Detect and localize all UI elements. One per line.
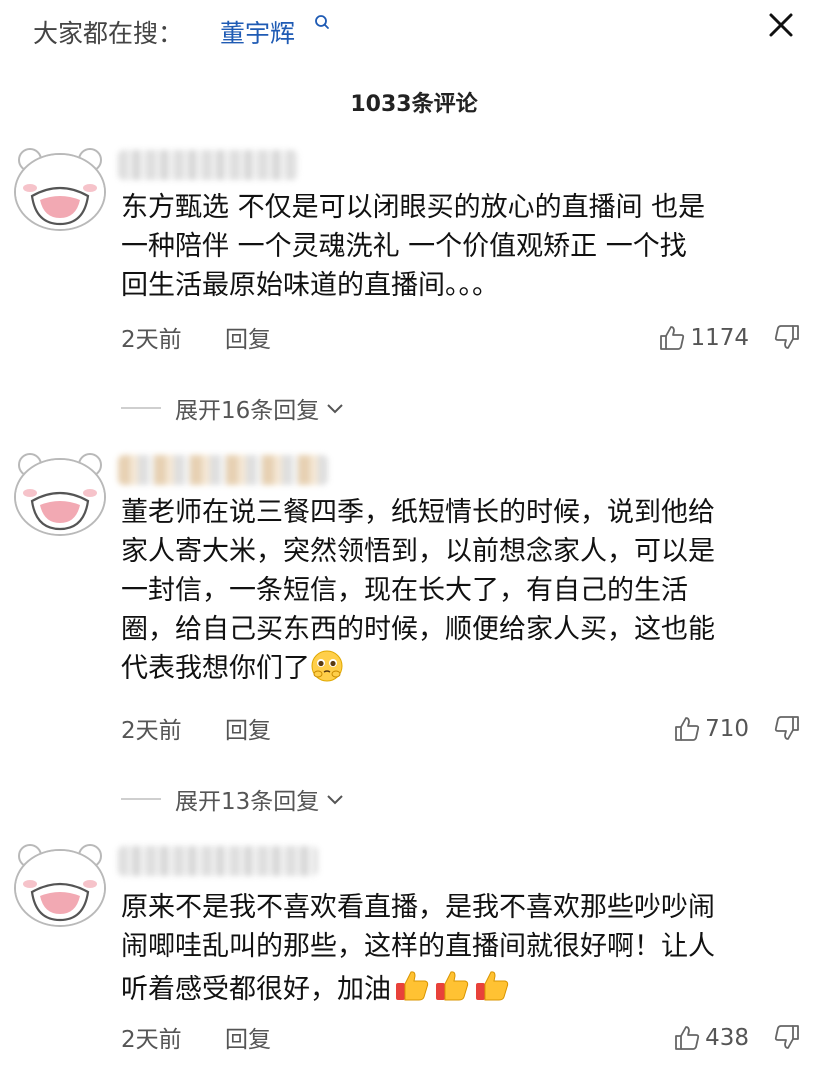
comment-item: 东方甄选 不仅是可以闭眼买的放心的直播间 也是 一种陪伴 一个灵魂洗礼 一个价值… (0, 140, 828, 440)
username-blurred[interactable] (118, 150, 298, 180)
thumbs-up-icon (660, 326, 685, 350)
comment-text-line: 家人寄大米，突然领悟到，以前想念家人，可以是 (121, 536, 715, 567)
search-prefix-label: 大家都在搜： (33, 19, 184, 48)
search-suggestion-link[interactable]: 董宇辉 (220, 14, 295, 50)
comment-item: 原来不是我不喜欢看直播，是我不喜欢那些吵吵闹 闹唧哇乱叫的那些，这样的直播间就很… (0, 836, 828, 1076)
like-count: 1174 (690, 325, 749, 351)
like-button[interactable]: 438 (673, 1020, 749, 1056)
comment-text-line: 一种陪伴 一个灵魂洗礼 一个价值观矫正 一个找 (121, 231, 687, 262)
comment-time: 2天前 (121, 1027, 182, 1053)
comment-time: 2天前 (121, 327, 182, 353)
comment-meta: 2天前 回复 438 (121, 1020, 801, 1056)
like-count: 710 (705, 716, 749, 742)
reply-button[interactable]: 回复 (225, 711, 271, 745)
comment-text-fragment: 听着感受都很好，加油 (121, 974, 391, 1005)
comment-text-line: 听着感受都很好，加油 (121, 966, 801, 1009)
comment-text-line: 东方甄选 不仅是可以闭眼买的放心的直播间 也是 (121, 192, 706, 223)
comment-text-line: 代表我想你们了 (121, 649, 801, 688)
chevron-down-icon (327, 404, 343, 414)
comment-meta: 2天前 回复 1174 (121, 320, 801, 356)
comment-text-line: 董老师在说三餐四季，纸短情长的时候，说到他给 (121, 497, 715, 528)
expand-replies-label: 展开16条回复 (175, 398, 320, 424)
comment-text-line: 回生活最原始味道的直播间。。。 (121, 270, 499, 301)
thumbs-down-icon[interactable] (773, 714, 801, 742)
avatar[interactable] (10, 836, 110, 930)
expand-replies-button[interactable]: 展开16条回复 (121, 390, 345, 426)
search-icon[interactable] (313, 14, 331, 36)
thumbs-down-icon[interactable] (773, 323, 801, 351)
avatar[interactable] (10, 445, 110, 539)
avatar[interactable] (10, 140, 110, 234)
close-icon[interactable] (764, 8, 798, 42)
pleading-face-emoji-icon (311, 650, 343, 682)
like-count: 438 (705, 1025, 749, 1051)
expand-replies-button[interactable]: 展开13条回复 (121, 781, 345, 817)
comment-text: 董老师在说三餐四季，纸短情长的时候，说到他给 家人寄大米，突然领悟到，以前想念家… (121, 493, 801, 688)
divider (121, 798, 161, 800)
comment-item: 董老师在说三餐四季，纸短情长的时候，说到他给 家人寄大米，突然领悟到，以前想念家… (0, 445, 828, 825)
reply-button[interactable]: 回复 (225, 1020, 271, 1054)
comment-text-fragment: 代表我想你们了 (121, 653, 310, 684)
reply-button[interactable]: 回复 (225, 320, 271, 354)
username-blurred[interactable] (118, 846, 318, 876)
comment-time: 2天前 (121, 718, 182, 744)
like-button[interactable]: 710 (673, 711, 749, 747)
thumbs-up-icon (675, 717, 700, 741)
thumbs-up-icon (675, 1026, 700, 1050)
thumbs-up-emoji-icon (476, 971, 509, 1001)
like-button[interactable]: 1174 (658, 320, 749, 356)
comment-text-line: 圈，给自己买东西的时候，顺便给家人买，这也能 (121, 614, 715, 645)
comment-meta: 2天前 回复 710 (121, 711, 801, 747)
divider (121, 407, 161, 409)
comment-text: 东方甄选 不仅是可以闭眼买的放心的直播间 也是 一种陪伴 一个灵魂洗礼 一个价值… (121, 188, 801, 305)
comment-count-title: 1033条评论 (350, 92, 478, 117)
comment-text-line: 一封信，一条短信，现在长大了，有自己的生活 (121, 575, 688, 606)
comment-text-line: 原来不是我不喜欢看直播，是我不喜欢那些吵吵闹 (121, 892, 715, 923)
chevron-down-icon (327, 795, 343, 805)
comment-text-line: 闹唧哇乱叫的那些，这样的直播间就很好啊！让人 (121, 931, 715, 962)
thumbs-up-emoji-icon (396, 971, 429, 1001)
username-blurred[interactable] (118, 455, 328, 485)
comment-text: 原来不是我不喜欢看直播，是我不喜欢那些吵吵闹 闹唧哇乱叫的那些，这样的直播间就很… (121, 888, 801, 1009)
thumbs-down-icon[interactable] (773, 1023, 801, 1051)
expand-replies-label: 展开13条回复 (175, 789, 320, 815)
top-search-bar: 大家都在搜： 董宇辉 (0, 0, 828, 70)
thumbs-up-emoji-icon (436, 971, 469, 1001)
